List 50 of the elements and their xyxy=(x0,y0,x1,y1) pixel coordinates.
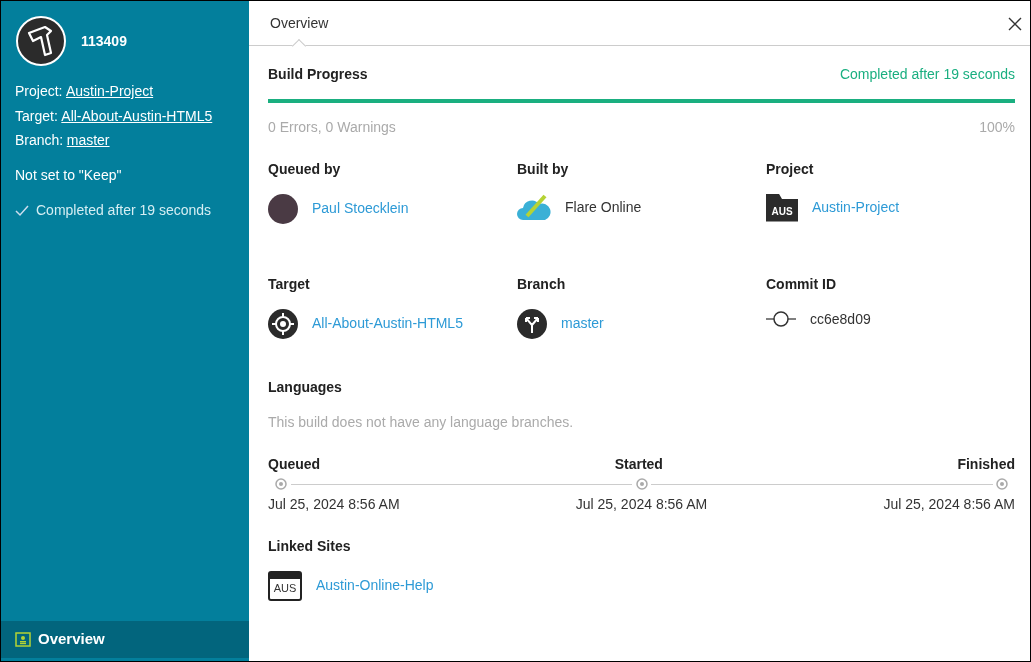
detail-label: Built by xyxy=(517,159,570,179)
keep-status: Not set to "Keep" xyxy=(14,166,123,185)
monitor-icon xyxy=(15,631,31,647)
avatar-icon xyxy=(268,193,298,224)
build-number: 113409 xyxy=(81,31,127,51)
detail-label: Project xyxy=(766,159,815,179)
section-title: Linked Sites xyxy=(268,536,352,556)
folder-icon: AUS xyxy=(766,193,798,222)
section-title: Languages xyxy=(268,377,343,397)
target-icon xyxy=(268,308,298,339)
linked-site-link[interactable]: Austin-Online-Help xyxy=(316,575,434,596)
cloud-icon xyxy=(517,193,551,222)
progress-percent: 100% xyxy=(979,117,1015,137)
detail-link[interactable]: Paul Stoecklein xyxy=(312,198,409,219)
field-link[interactable]: Austin-Project xyxy=(65,81,154,102)
field-link[interactable]: master xyxy=(66,130,110,151)
detail-value: Flare Online xyxy=(565,198,642,217)
detail-link[interactable]: master xyxy=(561,313,604,334)
detail-label: Branch xyxy=(517,274,567,294)
detail-link[interactable]: Austin-Project xyxy=(812,197,900,218)
detail-label: Target xyxy=(268,274,311,294)
field-label: Target: xyxy=(15,106,58,126)
timeline-point-icon xyxy=(275,478,287,490)
commit-icon xyxy=(766,311,796,327)
timeline-time: Jul 25, 2024 8:56 AM xyxy=(883,494,1015,514)
field-label: Project: xyxy=(15,82,63,101)
detail-label: Commit ID xyxy=(766,274,837,294)
timeline-point-icon xyxy=(996,478,1008,490)
detail-label: Queued by xyxy=(268,159,342,179)
timeline-point-icon xyxy=(635,478,648,490)
section-title: Build Progress xyxy=(268,64,368,84)
empty-message: This build does not have any language branches. xyxy=(268,412,575,432)
progress-status: Completed after 19 seconds xyxy=(839,64,1015,84)
timeline-label: Queued xyxy=(268,454,321,474)
sidebar-nav-item[interactable]: Overview xyxy=(1,621,249,658)
completion-status: Completed after 19 seconds xyxy=(36,201,212,220)
hammer-icon xyxy=(15,15,67,67)
checkmark-icon xyxy=(15,204,29,217)
issue-count: 0 Errors, 0 Warnings xyxy=(268,117,396,137)
detail-link[interactable]: All-About-Austin-HTML5 xyxy=(312,313,463,334)
field-label: Branch: xyxy=(15,131,64,150)
timeline-time: Jul 25, 2024 8:56 AM xyxy=(575,494,708,514)
field-link[interactable]: All-About-Austin-HTML5 xyxy=(61,105,213,127)
timeline-time: Jul 25, 2024 8:56 AM xyxy=(268,494,400,514)
timeline-label: Finished xyxy=(957,454,1015,474)
timeline-label: Started xyxy=(614,454,663,474)
branch-icon xyxy=(517,308,547,339)
detail-value: cc6e8d09 xyxy=(810,309,871,329)
website-icon: AUS xyxy=(268,570,302,601)
close-icon xyxy=(1007,15,1023,32)
